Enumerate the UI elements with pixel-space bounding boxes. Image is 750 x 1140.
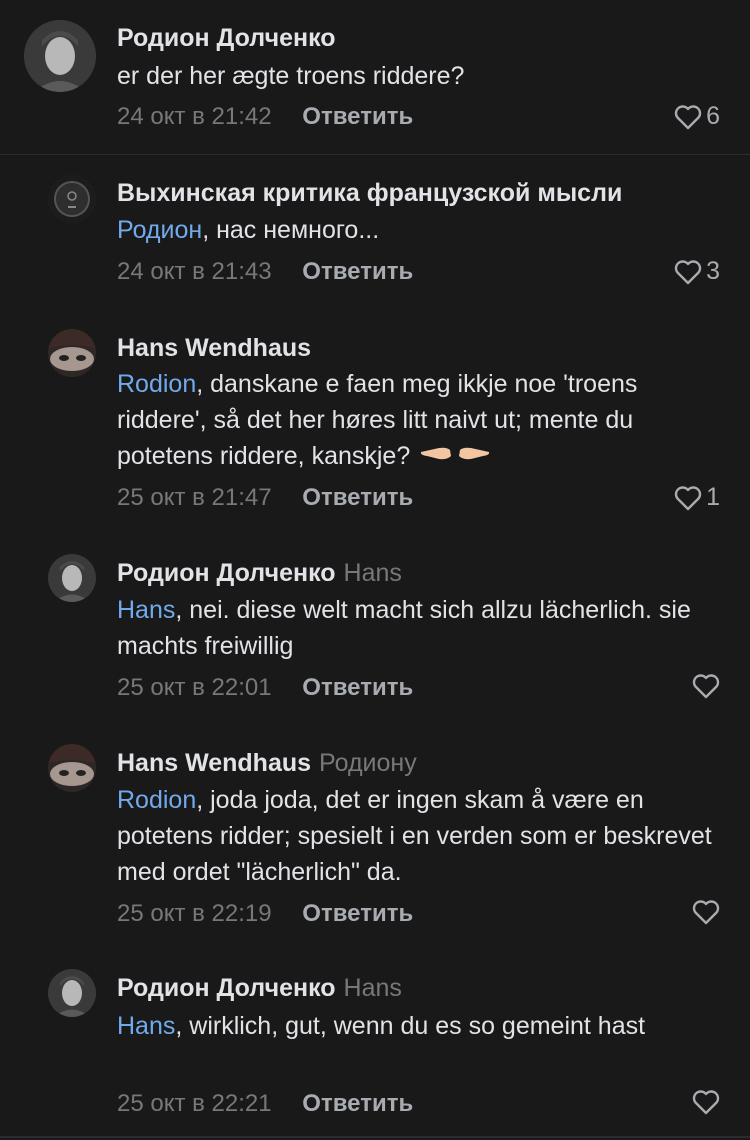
comment-author[interactable]: Hans Wendhaus: [117, 334, 311, 363]
comment-text: Rodion, joda joda, det er ingen skam å v…: [117, 782, 727, 890]
like-button[interactable]: 1: [674, 483, 720, 512]
comment-text: Hans, nei. diese welt macht sich allzu l…: [117, 592, 727, 664]
heart-outline-icon: [674, 259, 702, 284]
heart-outline-icon: [674, 104, 702, 129]
heart-outline-icon: [674, 485, 702, 510]
comment-meta: 25 окт в 21:47 Ответить: [117, 484, 413, 512]
like-button[interactable]: 3: [674, 257, 720, 286]
comment-meta: 24 окт в 21:42 Ответить: [117, 103, 413, 131]
comment-3: Hans Wendhaus Rodion, danskane e faen me…: [0, 320, 750, 545]
avatar[interactable]: [48, 969, 96, 1017]
comment-body: , nei. diese welt macht sich allzu läche…: [117, 596, 691, 660]
reply-button[interactable]: Ответить: [302, 484, 413, 511]
reply-button[interactable]: Ответить: [302, 258, 413, 285]
heart-outline-icon: [692, 900, 720, 925]
comment-2: Выхинская критика французской мысли Роди…: [0, 155, 750, 320]
comment-text: Родион, нас немного...: [117, 212, 727, 248]
avatar[interactable]: [48, 175, 96, 223]
comment-author[interactable]: Hans Wendhaus Родиону: [117, 749, 417, 778]
avatar[interactable]: [48, 329, 96, 377]
comment-body: , danskane e faen meg ikkje noe 'troens …: [117, 370, 638, 470]
reply-target[interactable]: Hans: [344, 559, 402, 587]
comment-body: , нас немного...: [202, 216, 380, 244]
reply-button[interactable]: Ответить: [302, 1090, 413, 1117]
mention-link[interactable]: Hans: [117, 1012, 175, 1040]
comment-1: Родион Долченко er der her ægte troens r…: [0, 0, 750, 155]
avatar[interactable]: [48, 554, 96, 602]
comment-meta: 25 окт в 22:01 Ответить: [117, 674, 413, 702]
like-button[interactable]: [692, 899, 720, 925]
reply-target[interactable]: Hans: [344, 974, 402, 1002]
avatar[interactable]: [48, 744, 96, 792]
reply-target[interactable]: Родиону: [319, 749, 417, 777]
comment-body: , joda joda, det er ingen skam å være en…: [117, 786, 712, 886]
author-name: Родион Долченко: [117, 559, 336, 587]
comment-meta: 24 окт в 21:43 Ответить: [117, 258, 413, 286]
comment-author[interactable]: Родион Долченко Hans: [117, 559, 402, 588]
comment-6: Родион Долченко Hans Hans, wirklich, gut,…: [0, 960, 750, 1140]
comment-author[interactable]: Выхинская критика французской мысли: [117, 179, 622, 208]
comment-date: 25 окт в 22:19: [117, 900, 272, 927]
comment-meta: 25 окт в 22:19 Ответить: [117, 900, 413, 928]
comment-date: 25 окт в 21:47: [117, 484, 272, 511]
reply-button[interactable]: Ответить: [302, 900, 413, 927]
like-button[interactable]: [692, 673, 720, 699]
comment-text: Hans, wirklich, gut, wenn du es so gemei…: [117, 1008, 727, 1044]
comment-text: er der her ægte troens riddere?: [117, 58, 727, 94]
comment-date: 25 окт в 22:21: [117, 1090, 272, 1117]
comment-body: , wirklich, gut, wenn du es so gemeint h…: [175, 1012, 646, 1040]
like-button[interactable]: [692, 1089, 720, 1115]
avatar[interactable]: [24, 20, 96, 92]
author-name: Hans Wendhaus: [117, 749, 312, 777]
pointing-hands-emoji: [417, 439, 493, 475]
reply-button[interactable]: Ответить: [302, 103, 413, 130]
mention-link[interactable]: Hans: [117, 596, 175, 624]
like-count: 3: [706, 257, 720, 285]
reply-button[interactable]: Ответить: [302, 674, 413, 701]
comment-4: Родион Долченко Hans Hans, nei. diese wel…: [0, 545, 750, 735]
mention-link[interactable]: Rodion: [117, 786, 196, 814]
divider: [0, 1136, 750, 1138]
comment-meta: 25 окт в 22:21 Ответить: [117, 1090, 413, 1118]
comment-date: 24 окт в 21:43: [117, 258, 272, 285]
comment-author[interactable]: Родион Долченко Hans: [117, 974, 402, 1003]
comment-5: Hans Wendhaus Родиону Rodion, joda joda, …: [0, 735, 750, 960]
comment-date: 24 окт в 21:42: [117, 103, 272, 130]
like-count: 1: [706, 483, 720, 511]
comment-body: er der her ægte troens riddere?: [117, 62, 465, 90]
comment-text: Rodion, danskane e faen meg ikkje noe 't…: [117, 366, 727, 475]
heart-outline-icon: [692, 1090, 720, 1115]
heart-outline-icon: [692, 674, 720, 699]
comment-author[interactable]: Родион Долченко: [117, 24, 336, 53]
comment-date: 25 окт в 22:01: [117, 674, 272, 701]
author-name: Родион Долченко: [117, 974, 336, 1002]
mention-link[interactable]: Родион: [117, 216, 202, 244]
mention-link[interactable]: Rodion: [117, 370, 196, 398]
like-count: 6: [706, 102, 720, 130]
like-button[interactable]: 6: [674, 102, 720, 131]
